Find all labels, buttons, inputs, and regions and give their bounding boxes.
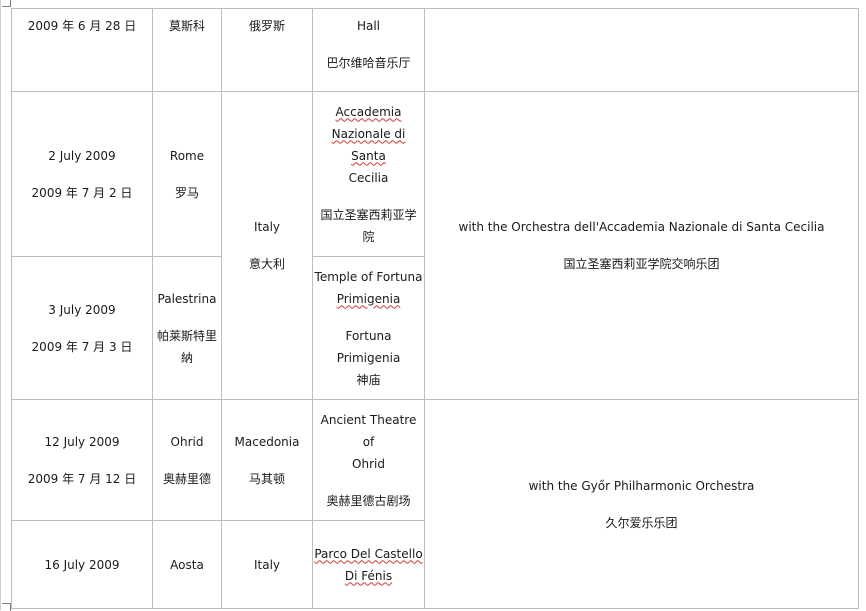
- venue-zh-line: 国立圣塞西莉亚学: [320, 207, 417, 222]
- venue-zh-line: 神庙: [356, 372, 381, 387]
- date-en: 12 July 2009: [44, 434, 120, 449]
- date-zh: 2009 年 6 月 28 日: [27, 19, 137, 33]
- country-en: Italy: [253, 557, 281, 572]
- country-zh: 马其顿: [248, 471, 285, 486]
- date-cell: 2 July 2009 2009 年 7 月 2 日: [11, 91, 153, 257]
- concert-schedule-table: 2009 年 6 月 28 日 莫斯科 俄罗斯 Hall 巴尔维哈音乐厅 2 J…: [11, 8, 859, 609]
- document-page: 2009 年 6 月 28 日 莫斯科 俄罗斯 Hall 巴尔维哈音乐厅 2 J…: [0, 0, 866, 611]
- venue-en-line: Ohrid: [352, 456, 385, 471]
- notes-zh: 久尔爱乐乐团: [605, 515, 678, 530]
- notes-cell-gyor: with the Győr Philharmonic Orchestra 久尔爱…: [424, 399, 859, 609]
- city-cell: Ohrid 奥赫里德: [152, 399, 222, 521]
- city-en: Ohrid: [170, 434, 204, 449]
- venue-en: Hall: [356, 19, 381, 33]
- venue-cell: Temple of Fortuna Primigenia Fortuna Pri…: [312, 256, 425, 400]
- venue-cell: Hall 巴尔维哈音乐厅: [312, 8, 425, 92]
- date-cell: 2009 年 6 月 28 日: [11, 8, 153, 92]
- country-zh: 意大利: [248, 257, 285, 271]
- notes-en: with the Orchestra dell'Accademia Nazion…: [458, 220, 825, 234]
- city-zh: 奥赫里德: [162, 471, 211, 486]
- venue-en-line: Di Fénis: [344, 568, 393, 583]
- venue-en-line: Accademia: [335, 104, 402, 119]
- city-en: Aosta: [170, 557, 204, 572]
- city-zh-line: 帕莱斯特里: [156, 328, 217, 343]
- venue-cell: Ancient Theatre of Ohrid 奥赫里德古剧场: [312, 399, 425, 521]
- notes-cell-santa-cecilia: with the Orchestra dell'Accademia Nazion…: [424, 91, 859, 400]
- table-row: 2 July 2009 2009 年 7 月 2 日 Rome 罗马 Italy…: [11, 91, 859, 400]
- notes-zh: 国立圣塞西莉亚学院交响乐团: [563, 257, 720, 271]
- city-zh: 罗马: [174, 185, 199, 200]
- city-cell: Aosta: [152, 520, 222, 609]
- city-zh: 莫斯科: [168, 19, 205, 33]
- city-zh-line: 納: [180, 350, 193, 365]
- notes-cell: [424, 8, 859, 92]
- city-cell: Rome 罗马: [152, 91, 222, 257]
- country-cell: Italy: [221, 520, 313, 609]
- date-cell: 3 July 2009 2009 年 7 月 3 日: [11, 256, 153, 400]
- venue-en-line: Parco Del Castello: [314, 546, 423, 561]
- country-zh: 俄罗斯: [248, 19, 285, 33]
- country-en: Italy: [253, 220, 281, 234]
- city-cell: 莫斯科: [152, 8, 222, 92]
- venue-cell: Parco Del Castello Di Fénis: [312, 520, 425, 609]
- country-cell: Macedonia 马其顿: [221, 399, 313, 521]
- venue-zh: 巴尔维哈音乐厅: [326, 56, 411, 70]
- venue-en-line: Nazionale di Santa: [331, 126, 406, 163]
- table-row: 2009 年 6 月 28 日 莫斯科 俄罗斯 Hall 巴尔维哈音乐厅: [11, 8, 859, 92]
- date-en: 2 July 2009: [48, 148, 116, 163]
- country-en: Macedonia: [234, 434, 300, 449]
- country-cell: 俄罗斯: [221, 8, 313, 92]
- date-zh: 2009 年 7 月 12 日: [27, 471, 137, 486]
- venue-en-line: Primigenia: [336, 291, 401, 306]
- date-en: 3 July 2009: [48, 302, 116, 317]
- venue-zh-line: Fortuna Primigenia: [336, 328, 401, 365]
- venue-zh: 奥赫里德古剧场: [326, 493, 411, 508]
- date-zh: 2009 年 7 月 2 日: [31, 185, 133, 200]
- date-cell: 12 July 2009 2009 年 7 月 12 日: [11, 399, 153, 521]
- venue-en-line: Cecilia: [348, 170, 389, 185]
- venue-en-line: Ancient Theatre of: [320, 412, 417, 449]
- venue-cell: Accademia Nazionale di Santa Cecilia 国立圣…: [312, 91, 425, 257]
- date-cell: 16 July 2009: [11, 520, 153, 609]
- city-en: Rome: [169, 148, 205, 163]
- city-cell: Palestrina 帕莱斯特里 納: [152, 256, 222, 400]
- notes-en: with the Győr Philharmonic Orchestra: [528, 478, 755, 493]
- page-edge: [0, 0, 1, 610]
- venue-en-line: Temple of Fortuna: [314, 269, 423, 284]
- margin-corner-top-left: [2, 0, 11, 7]
- table-row: 12 July 2009 2009 年 7 月 12 日 Ohrid 奥赫里德 …: [11, 399, 859, 609]
- date-zh: 2009 年 7 月 3 日: [31, 339, 133, 354]
- country-cell-italy: Italy 意大利: [221, 91, 313, 400]
- city-en: Palestrina: [157, 291, 217, 306]
- date-en: 16 July 2009: [44, 557, 120, 572]
- venue-zh-line: 院: [362, 229, 375, 244]
